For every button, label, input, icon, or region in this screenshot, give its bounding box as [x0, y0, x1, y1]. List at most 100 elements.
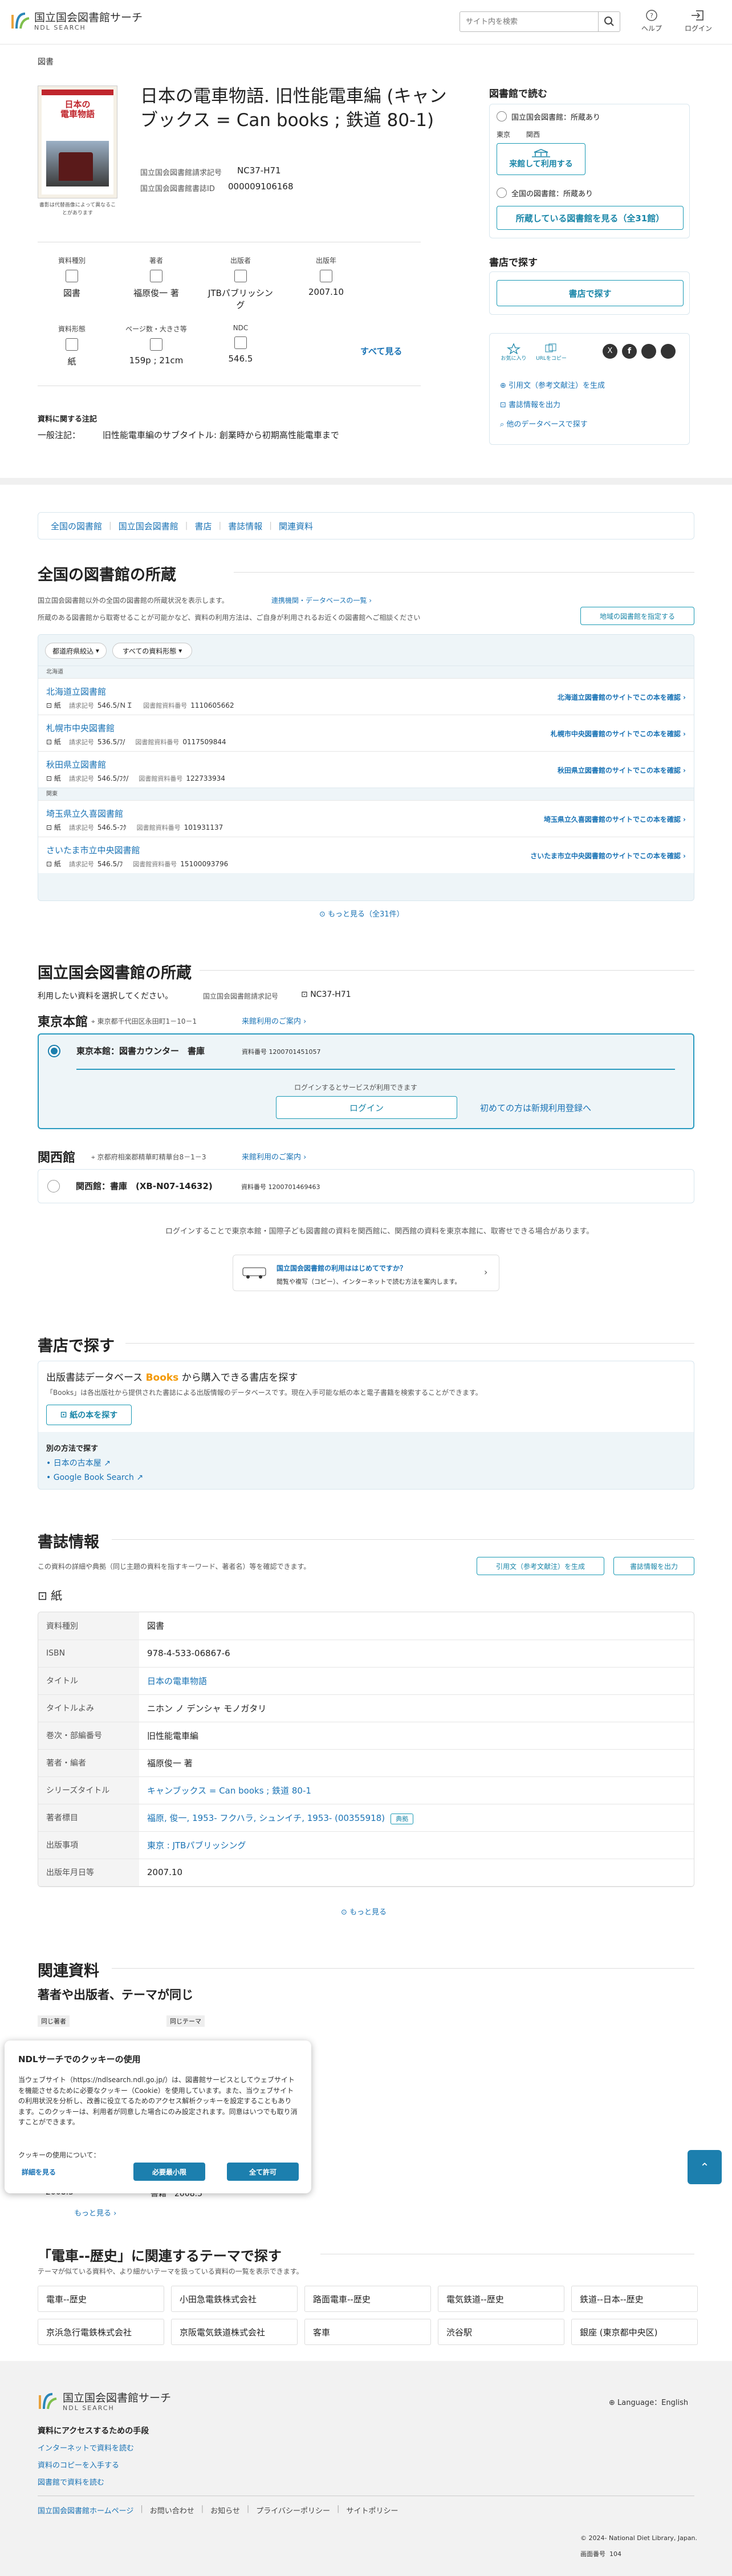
buy-title: 書店で探す: [489, 257, 538, 269]
theme-item[interactable]: 鉄道--日本--歴史: [571, 2286, 698, 2312]
bookstore-button[interactable]: 書店で探す: [497, 280, 684, 306]
help-link[interactable]: ? ヘルプ: [637, 9, 666, 33]
theme-item[interactable]: 銀座 (東京都中央区): [571, 2319, 698, 2345]
callno-label: 請求記号: [68, 824, 94, 831]
library-type: 紙: [54, 774, 61, 782]
theme-item[interactable]: 客車: [304, 2319, 431, 2345]
footer-logo-icon[interactable]: [38, 2392, 58, 2411]
authority-badge[interactable]: 典拠: [391, 1813, 414, 1824]
google-books-link[interactable]: • Google Book Search ↗: [46, 1473, 143, 1482]
site-logo[interactable]: [10, 11, 31, 31]
theme-item[interactable]: 路面電車--歴史: [304, 2286, 431, 2312]
national-desc2: 所蔵のある図書館から取寄せることが可能かなど、資料の利用方法は、ご自身が利用され…: [38, 614, 421, 622]
ndl-login-button[interactable]: ログイン: [276, 1096, 457, 1119]
tokyo-item-radio[interactable]: [48, 1045, 60, 1057]
theme-item[interactable]: 京浜急行電鉄株式会社: [38, 2319, 164, 2345]
access-link-2[interactable]: 資料のコピーを入手する: [38, 2459, 119, 2470]
access-link-1[interactable]: インターネットで資料を読む: [38, 2442, 134, 2453]
region-button[interactable]: 地域の図書館を指定する: [580, 607, 694, 625]
tokyo-guide-link[interactable]: 来館利用のご案内 ›: [242, 1015, 306, 1026]
search-input[interactable]: [460, 12, 596, 31]
theme-item[interactable]: 電車--歴史: [38, 2286, 164, 2312]
theme-item[interactable]: 京阪電気鉄道株式会社: [171, 2319, 298, 2345]
theme-item[interactable]: 小田急電鉄株式会社: [171, 2286, 298, 2312]
library-name[interactable]: さいたま市立中央図書館: [46, 844, 140, 856]
paper-book-button[interactable]: ⊡ 紙の本を探す: [46, 1405, 132, 1425]
library-site-link[interactable]: 北海道立図書館のサイトでこの本を確認 ›: [558, 692, 686, 702]
library-name[interactable]: 札幌市中央図書館: [46, 722, 115, 734]
login-link[interactable]: ログイン: [681, 9, 715, 33]
see-all-link[interactable]: すべて見る: [360, 345, 402, 357]
prefecture-filter[interactable]: 都道府県絞込 ▾: [45, 643, 107, 659]
first-time-banner[interactable]: 国立国会図書館の利用ははじめてですか？ 閲覧や複写（コピー）、インターネットで読…: [233, 1255, 499, 1291]
x-share-icon[interactable]: X: [603, 344, 617, 359]
library-row: 秋田県立図書館 ⊡ 紙請求記号 546.5/ﾌｸ/図書館資料番号 122733934 秋…: [38, 751, 694, 788]
related-more-link[interactable]: もっと見る ›: [74, 2207, 116, 2218]
kansai-guide-link[interactable]: 来館利用のご案内 ›: [242, 1151, 306, 1162]
facet-item: 出版者 JTBパブリッシング: [206, 255, 275, 311]
line-share-icon[interactable]: [641, 344, 656, 359]
copy-url-button[interactable]: URLをコピー: [535, 343, 567, 362]
library-name[interactable]: 北海道立図書館: [46, 685, 106, 697]
holding-libraries-button[interactable]: 所蔵している図書館を見る（全31館）: [497, 206, 684, 230]
kansai-item-card[interactable]: 関西館：書庫 (XB-N07-14632) 資料番号 1200701469463: [38, 1169, 694, 1203]
biblio-value[interactable]: 福原, 俊一, 1953- フクハラ, シュンイチ, 1953- (003559…: [147, 1813, 385, 1823]
library-callno: 546.5/ＮＩ: [97, 701, 133, 709]
cookie-detail-link[interactable]: 詳細を見る: [22, 2167, 56, 2177]
biblio-value[interactable]: 日本の電車物語: [147, 1676, 207, 1686]
kosho-link[interactable]: • 日本の古本屋 ↗: [46, 1457, 111, 1468]
partner-db-link[interactable]: 連携機関・データベースの一覧 ›: [271, 595, 372, 605]
footer-link[interactable]: お知らせ: [210, 2505, 240, 2516]
chevron-right-icon: ›: [680, 816, 686, 823]
format-filter[interactable]: すべての資料形態 ▾: [112, 643, 192, 659]
tab-link[interactable]: 書店: [194, 520, 212, 532]
theme-item[interactable]: 渋谷駅: [438, 2319, 564, 2345]
cookie-necessary-button[interactable]: 必要最小限: [133, 2163, 205, 2181]
footer-title: 国立国会図書館サーチ: [63, 2392, 172, 2404]
library-type: 紙: [54, 860, 61, 868]
kansai-item-radio[interactable]: [47, 1180, 60, 1192]
cite-link[interactable]: ⊕ 引用文（参考文献注）を生成: [500, 379, 605, 390]
other-db-link[interactable]: ⌕ 他のデータベースで探す: [500, 418, 588, 429]
mail-share-icon[interactable]: [661, 344, 676, 359]
tokyo-item-card[interactable]: 東京本館：図書カウンター 書庫 資料番号 1200701451057 ログインす…: [38, 1033, 694, 1129]
theme-item[interactable]: 電気鉄道--歴史: [438, 2286, 564, 2312]
footer-link[interactable]: プライバシーポリシー: [256, 2505, 330, 2516]
back-to-top-button[interactable]: ⌃: [688, 2150, 722, 2184]
favorite-button[interactable]: お気に入り: [500, 343, 527, 362]
tab-link[interactable]: 書誌情報: [228, 520, 262, 532]
library-site-link[interactable]: 秋田県立図書館のサイトでこの本を確認 ›: [558, 765, 686, 775]
svg-text:?: ?: [650, 12, 653, 19]
star-icon: [506, 343, 521, 354]
search-button[interactable]: [598, 12, 620, 31]
facebook-share-icon[interactable]: f: [622, 344, 637, 359]
footer-link[interactable]: お問い合わせ: [150, 2505, 194, 2516]
cookie-allow-button[interactable]: 全て許可: [227, 2163, 299, 2181]
biblio-export-button[interactable]: 書誌情報を出力: [613, 1557, 694, 1575]
chevron-right-icon: ›: [484, 1267, 488, 1277]
register-link[interactable]: 初めての方は新規利用登録へ: [480, 1102, 591, 1114]
same-theme-tag[interactable]: 同じテーマ: [166, 2015, 205, 2027]
tab-link[interactable]: 国立国会図書館: [119, 520, 178, 532]
library-site-link[interactable]: 埼玉県立久喜図書館のサイトでこの本を確認 ›: [544, 814, 686, 824]
same-author-tag[interactable]: 同じ著者: [38, 2015, 70, 2027]
footer-link[interactable]: サイトポリシー: [346, 2505, 398, 2516]
more-libraries-link[interactable]: ⊙ もっと見る（全31件）: [319, 908, 404, 919]
biblio-more-link[interactable]: ⊙ もっと見る: [341, 1906, 387, 1917]
access-link-3[interactable]: 図書館で資料を読む: [38, 2476, 104, 2487]
language-switch[interactable]: ⊕ Language：English: [609, 2396, 688, 2407]
library-site-link[interactable]: 札幌市中央図書館のサイトでこの本を確認 ›: [551, 729, 686, 739]
facet-item: 著者 福原俊一 著: [122, 255, 190, 299]
tab-link[interactable]: 関連資料: [279, 520, 313, 532]
biblio-value[interactable]: 東京 : JTBパブリッシング: [147, 1840, 246, 1851]
biblio-value[interactable]: キャンブックス = Can books ; 鉄道 80-1: [147, 1786, 311, 1796]
library-site-link[interactable]: さいたま市立中央図書館のサイトでこの本を確認 ›: [530, 851, 686, 861]
visit-library-button[interactable]: 来館して利用する: [497, 143, 585, 175]
footer-link[interactable]: 国立国会図書館ホームページ: [38, 2505, 133, 2516]
library-name[interactable]: 埼玉県立久喜図書館: [46, 808, 123, 820]
store-heading: 出版書誌データベース Books から購入できる書店を探す: [46, 1369, 298, 1384]
biblio-cite-button[interactable]: 引用文（参考文献注）を生成: [477, 1557, 604, 1575]
library-name[interactable]: 秋田県立図書館: [46, 758, 106, 770]
tab-link[interactable]: 全国の図書館: [51, 520, 102, 532]
export-link[interactable]: ⊡ 書誌情報を出力: [500, 399, 560, 409]
